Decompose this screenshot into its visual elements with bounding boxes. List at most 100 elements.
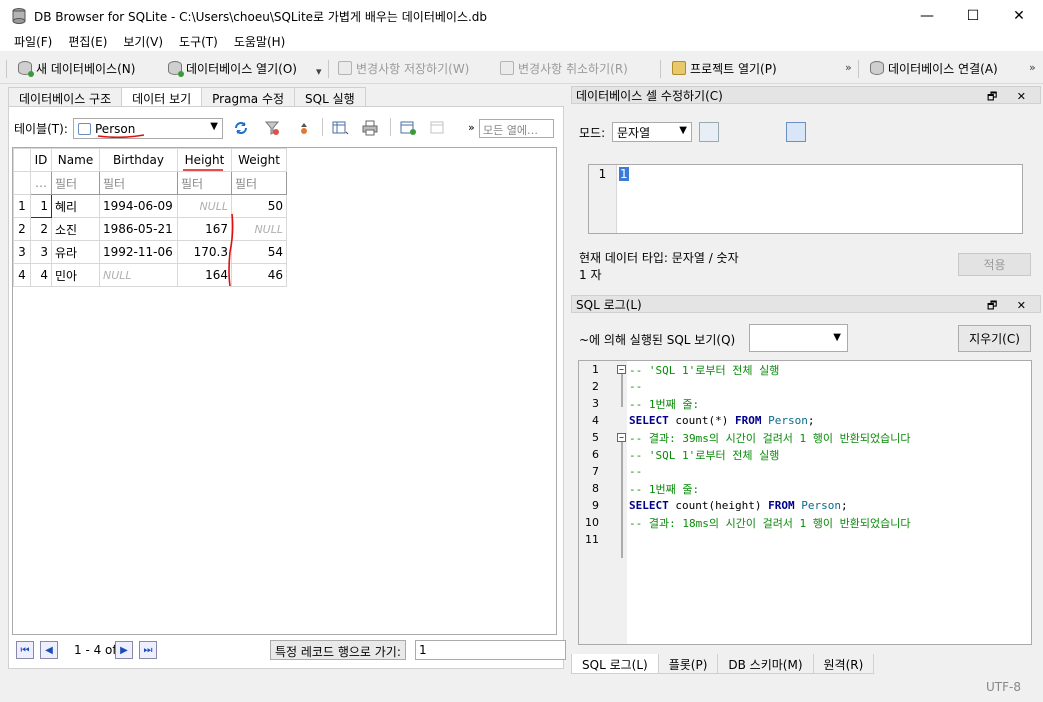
cell-editor-value[interactable]: 1 — [619, 167, 629, 181]
delete-record-icon[interactable] — [430, 120, 446, 136]
fold-toggle-icon[interactable]: − — [617, 433, 626, 442]
last-record-icon[interactable]: ⏭ — [139, 641, 157, 659]
next-record-icon[interactable]: ▶ — [115, 641, 133, 659]
refresh-icon[interactable] — [233, 120, 249, 136]
row-header[interactable]: 1 — [13, 194, 31, 218]
cell-height[interactable]: 164 — [177, 263, 232, 287]
write-changes-button[interactable]: 변경사항 저장하기(W) — [334, 57, 473, 79]
cell-name[interactable]: 혜리 — [51, 194, 100, 218]
tab-browse-data[interactable]: 데이터 보기 — [121, 87, 203, 107]
data-grid: ID Name Birthday Height Weight … 필터 필터 필… — [12, 147, 557, 635]
open-project-button[interactable]: 프로젝트 열기(P) — [668, 57, 781, 79]
tab-db-schema[interactable]: DB 스키마(M) — [717, 654, 814, 674]
open-database-button[interactable]: 데이터베이스 열기(O) — [164, 57, 301, 79]
tab-edit-pragmas[interactable]: Pragma 수정 — [201, 87, 296, 107]
minimize-button[interactable]: — — [904, 0, 950, 32]
menu-help[interactable]: 도움말(H) — [226, 33, 294, 50]
cell-birthday[interactable]: 1994-06-09 — [99, 194, 178, 218]
cell-birthday[interactable]: 1992-11-06 — [99, 240, 178, 264]
tab-database-structure[interactable]: 데이터베이스 구조 — [8, 87, 123, 107]
cell-id[interactable]: 4 — [30, 263, 52, 287]
filter-birthday-input[interactable]: 필터 — [99, 171, 178, 195]
column-header-birthday[interactable]: Birthday — [99, 148, 178, 172]
print-icon[interactable] — [362, 120, 378, 136]
cell-weight[interactable]: 54 — [231, 240, 287, 264]
cell-height[interactable]: 167 — [177, 217, 232, 241]
cell-birthday[interactable]: 1986-05-21 — [99, 217, 178, 241]
cell-name[interactable]: 유라 — [51, 240, 100, 264]
tab-remote[interactable]: 원격(R) — [812, 654, 875, 674]
close-button[interactable]: ✕ — [996, 0, 1042, 32]
menu-view[interactable]: 보기(V) — [115, 33, 171, 50]
cell-id[interactable]: 2 — [30, 217, 52, 241]
column-header-id[interactable]: ID — [30, 148, 52, 172]
row-header[interactable]: 4 — [13, 263, 31, 287]
table-row[interactable]: 1 1 혜리 1994-06-09 NULL 50 — [13, 194, 287, 218]
sql-log-editor[interactable]: 1− -- 'SQL 1'로부터 전체 실행 2 -- 3 -- 1번째 줄: 4 SELEC… — [578, 360, 1032, 645]
save-table-as-icon[interactable] — [332, 120, 349, 136]
mode-select[interactable]: 문자열 ▼ — [612, 122, 692, 142]
tab-plot[interactable]: 플롯(P) — [657, 654, 719, 674]
previous-record-icon[interactable]: ◀ — [40, 641, 58, 659]
print-cell-icon[interactable] — [1003, 122, 1023, 142]
cell-id[interactable]: 3 — [30, 240, 52, 264]
toolbar-overflow-icon[interactable]: » — [845, 61, 852, 74]
new-database-button[interactable]: 새 데이터베이스(N) — [14, 57, 139, 79]
row-header[interactable]: 2 — [13, 217, 31, 241]
sort-icon[interactable] — [296, 120, 312, 136]
cell-editor[interactable]: 1 1 — [588, 164, 1023, 234]
filter-name-input[interactable]: 필터 — [51, 171, 100, 195]
menu-tools[interactable]: 도구(T) — [171, 33, 226, 50]
cell-height[interactable]: NULL — [177, 194, 232, 218]
cell-height[interactable]: 170.3 — [177, 240, 232, 264]
cell-name[interactable]: 민아 — [51, 263, 100, 287]
open-database-dropdown-icon[interactable]: ▾ — [316, 65, 322, 78]
revert-changes-button[interactable]: 변경사항 취소하기(R) — [496, 57, 632, 79]
corner-cell[interactable] — [13, 148, 31, 172]
table-select[interactable]: Person ▼ — [73, 118, 223, 139]
cell-weight[interactable]: 46 — [231, 263, 287, 287]
table-row[interactable]: 3 3 유라 1992-11-06 170.3 54 — [13, 240, 287, 264]
cell-weight[interactable]: NULL — [231, 217, 287, 241]
column-header-weight[interactable]: Weight — [231, 148, 287, 172]
indent-icon[interactable] — [818, 122, 838, 142]
row-header[interactable]: 3 — [13, 240, 31, 264]
goto-record-input[interactable]: 1 — [415, 640, 566, 660]
attach-database-button[interactable]: 데이터베이스 연결(A) — [866, 57, 1002, 79]
table-row[interactable]: 4 4 민아 NULL 164 46 — [13, 263, 287, 287]
save-cell-icon[interactable] — [849, 122, 869, 142]
tab-execute-sql[interactable]: SQL 실행 — [294, 87, 366, 107]
cell-name[interactable]: 소진 — [51, 217, 100, 241]
goto-record-button[interactable]: 특정 레코드 행으로 가기: — [270, 640, 406, 660]
menu-file[interactable]: 파일(F) — [6, 33, 60, 50]
filter-id-input[interactable]: … — [30, 171, 52, 195]
table-row[interactable]: 2 2 소진 1986-05-21 167 NULL — [13, 217, 287, 241]
menu-edit[interactable]: 편집(E) — [60, 33, 115, 50]
word-wrap-icon[interactable] — [786, 122, 806, 142]
filter-all-columns-input[interactable]: 모든 열에… — [479, 119, 554, 138]
cell-id[interactable]: 1 — [30, 194, 52, 218]
cell-birthday[interactable]: NULL — [99, 263, 178, 287]
column-header-name[interactable]: Name — [51, 148, 100, 172]
auto-format-icon[interactable] — [699, 122, 719, 142]
fold-toggle-icon[interactable]: − — [617, 365, 626, 374]
clear-log-button[interactable]: 지우기(C) — [958, 325, 1031, 352]
browse-toolbar-overflow-icon[interactable]: » — [468, 121, 475, 134]
apply-button[interactable]: 적용 — [958, 253, 1031, 276]
copy-cell-icon[interactable] — [879, 122, 899, 142]
filter-height-input[interactable]: 필터 — [177, 171, 232, 195]
dock-float-close-icons[interactable]: 🗗 ✕ — [987, 88, 1034, 107]
toolbar-overflow-icon-2[interactable]: » — [1029, 61, 1036, 74]
import-cell-icon[interactable] — [910, 122, 930, 142]
clear-filters-icon[interactable] — [264, 120, 280, 136]
export-cell-icon[interactable] — [941, 122, 961, 142]
insert-record-icon[interactable] — [400, 120, 416, 136]
dock-float-close-icons[interactable]: 🗗 ✕ — [987, 297, 1034, 316]
first-record-icon[interactable]: ⏮ — [16, 641, 34, 659]
set-null-icon[interactable] — [972, 122, 992, 142]
maximize-button[interactable]: ☐ — [950, 0, 996, 32]
cell-weight[interactable]: 50 — [231, 194, 287, 218]
tab-sql-log[interactable]: SQL 로그(L) — [571, 654, 659, 674]
filter-weight-input[interactable]: 필터 — [231, 171, 287, 195]
sql-submitted-by-select[interactable]: ▼ — [749, 324, 848, 352]
